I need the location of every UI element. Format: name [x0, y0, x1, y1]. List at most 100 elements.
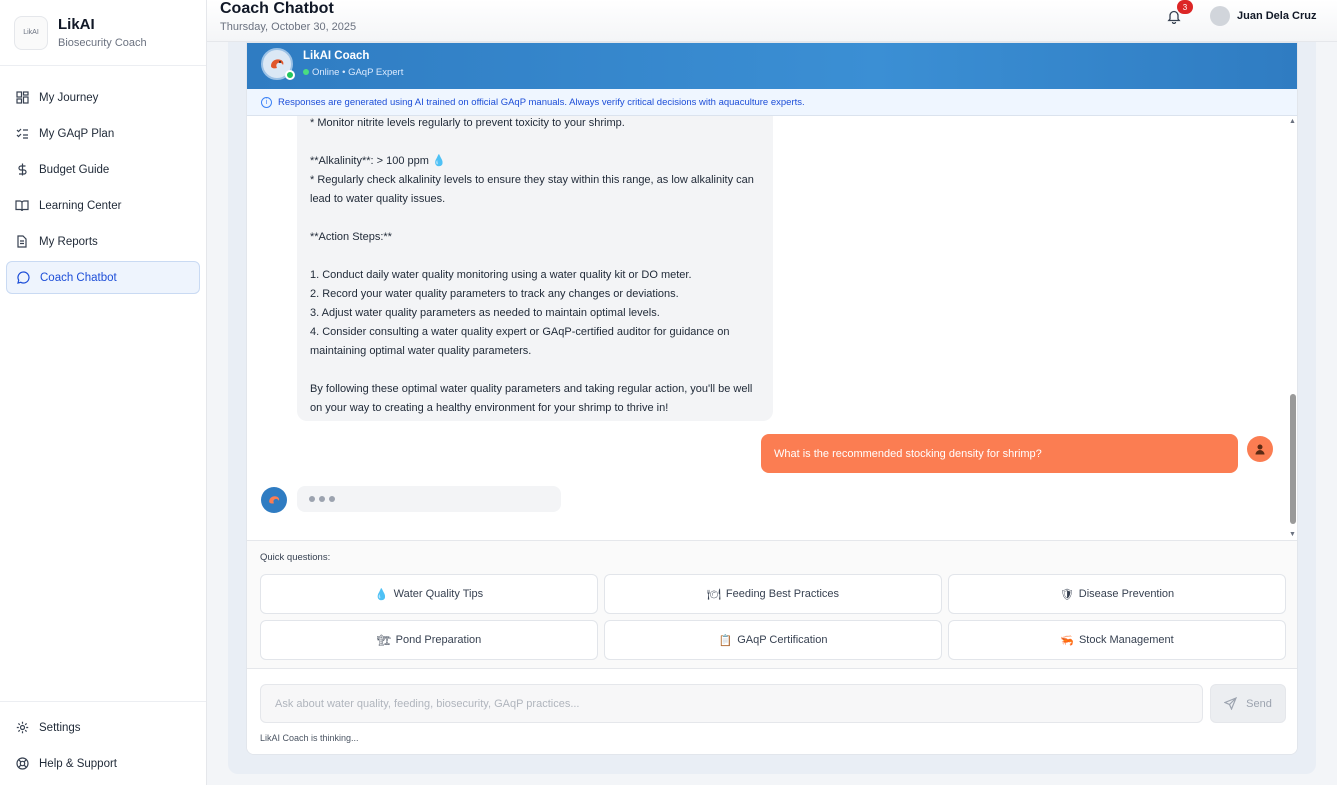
- sidebar: LikAI LikAI Biosecurity Coach My Journey…: [0, 0, 207, 785]
- message-scrollbar[interactable]: ▲ ▼: [1287, 116, 1297, 540]
- sidebar-item-label: My Reports: [39, 235, 98, 248]
- coach-status-text: Online • GAqP Expert: [312, 67, 404, 78]
- lifebuoy-icon: [15, 757, 29, 771]
- quick-button-label: Pond Preparation: [395, 634, 482, 646]
- coach-status: Online • GAqP Expert: [303, 67, 403, 78]
- sidebar-item-learning-center[interactable]: Learning Center: [6, 189, 200, 222]
- sidebar-item-my-reports[interactable]: My Reports: [6, 225, 200, 258]
- bot-message-line: [310, 209, 760, 228]
- bot-message-line: 4. Consider consulting a water quality e…: [310, 326, 733, 357]
- bot-message-line: **Action Steps:**: [310, 231, 392, 243]
- typing-dot: [309, 496, 315, 502]
- typing-dot: [329, 496, 335, 502]
- document-icon: [15, 235, 29, 249]
- send-icon: [1224, 697, 1238, 710]
- bot-message-line: 2. Record your water quality parameters …: [310, 288, 679, 300]
- bot-message-line: By following these optimal water quality…: [310, 383, 756, 414]
- sidebar-item-help-support[interactable]: Help & Support: [6, 747, 200, 780]
- bot-message-line: 1. Conduct daily water quality monitorin…: [310, 269, 692, 281]
- bot-message-line: [310, 247, 760, 266]
- quick-questions: Quick questions: 💧 Water Quality Tips 🍽 Fe…: [247, 540, 1297, 668]
- book-icon: [15, 199, 29, 213]
- scroll-up-arrow-icon[interactable]: ▲: [1289, 118, 1296, 125]
- scroll-thumb[interactable]: [1290, 394, 1296, 524]
- shrimp-icon: 🦐: [1060, 634, 1074, 647]
- thinking-status: LikAI Coach is thinking...: [260, 733, 359, 743]
- water-drop-icon: 💧: [374, 588, 389, 601]
- chat-icon: [16, 271, 30, 285]
- sidebar-item-label: My GAqP Plan: [39, 127, 115, 140]
- bot-message-line: 3. Adjust water quality parameters as ne…: [310, 307, 660, 319]
- feeding-icon: 🍽: [706, 588, 721, 601]
- quick-feeding-button[interactable]: 🍽 Feeding Best Practices: [604, 574, 942, 614]
- send-button[interactable]: Send: [1210, 684, 1286, 723]
- avatar[interactable]: [1210, 6, 1230, 26]
- message-list: * Monitor nitrite levels regularly to pr…: [247, 116, 1287, 540]
- page-date: Thursday, October 30, 2025: [220, 21, 357, 33]
- gear-icon: [15, 721, 29, 735]
- coach-name: LikAI Coach: [303, 50, 370, 62]
- chat-container: LikAI Coach Online • GAqP Expert i Respo…: [228, 42, 1316, 774]
- shrimp-icon: [271, 59, 284, 69]
- sidebar-item-settings[interactable]: Settings: [6, 711, 200, 744]
- bot-message-line: [310, 133, 760, 152]
- chat-input[interactable]: [260, 684, 1203, 723]
- shield-icon: 🛡: [1059, 588, 1074, 601]
- user-avatar-icon: [1247, 436, 1273, 462]
- chat-input-area: Send LikAI Coach is thinking...: [247, 668, 1297, 754]
- sidebar-item-my-journey[interactable]: My Journey: [6, 81, 200, 114]
- checklist-icon: [15, 127, 29, 141]
- disclaimer-text: Responses are generated using AI trained…: [278, 96, 805, 108]
- shrimp-icon: [269, 496, 280, 504]
- dollar-icon: [15, 163, 29, 177]
- brand-subtitle: Biosecurity Coach: [58, 37, 147, 49]
- sidebar-item-coach-chatbot[interactable]: Coach Chatbot: [6, 261, 200, 294]
- brand-logo: LikAI: [14, 15, 48, 50]
- quick-stock-management-button[interactable]: 🦐 Stock Management: [948, 620, 1286, 660]
- sidebar-item-label: Budget Guide: [39, 163, 110, 176]
- top-header: Coach Chatbot Thursday, October 30, 2025…: [207, 0, 1337, 42]
- quick-button-label: GAqP Certification: [737, 634, 828, 646]
- quick-questions-label: Quick questions:: [260, 552, 331, 563]
- typing-dot: [319, 496, 325, 502]
- info-icon: i: [261, 96, 272, 108]
- scroll-down-arrow-icon[interactable]: ▼: [1289, 531, 1296, 538]
- bot-message-line: **Alkalinity**: > 100 ppm 💧: [310, 155, 446, 167]
- status-dot: [303, 69, 309, 75]
- coach-typing-avatar: [261, 487, 287, 513]
- quick-pond-preparation-button[interactable]: 🏗 Pond Preparation: [260, 620, 598, 660]
- sidebar-item-my-gaqp-plan[interactable]: My GAqP Plan: [6, 117, 200, 150]
- ai-disclaimer: i Responses are generated using AI train…: [247, 89, 1297, 116]
- quick-button-label: Stock Management: [1078, 634, 1174, 646]
- user-message: What is the recommended stocking density…: [761, 434, 1238, 473]
- brand: LikAI LikAI Biosecurity Coach: [0, 0, 206, 66]
- chat-header: LikAI Coach Online • GAqP Expert: [247, 43, 1297, 89]
- typing-indicator: [297, 486, 561, 512]
- sidebar-item-label: My Journey: [39, 91, 99, 104]
- bot-message: * Monitor nitrite levels regularly to pr…: [297, 116, 773, 421]
- clipboard-icon: 📋: [718, 634, 733, 647]
- quick-button-label: Feeding Best Practices: [725, 588, 840, 600]
- quick-disease-prevention-button[interactable]: 🛡 Disease Prevention: [948, 574, 1286, 614]
- quick-water-quality-button[interactable]: 💧 Water Quality Tips: [260, 574, 598, 614]
- sidebar-item-label: Settings: [39, 721, 81, 734]
- sidebar-item-label: Help & Support: [39, 757, 117, 770]
- grid-icon: [15, 91, 29, 105]
- sidebar-bottom: Settings Help & Support: [0, 701, 206, 785]
- chat-card: LikAI Coach Online • GAqP Expert i Respo…: [246, 42, 1298, 755]
- sidebar-item-label: Learning Center: [39, 199, 122, 212]
- sidebar-nav: My Journey My GAqP Plan Budget Guide Lea…: [0, 66, 206, 294]
- send-button-label: Send: [1246, 697, 1272, 710]
- user-name[interactable]: Juan Dela Cruz: [1237, 10, 1316, 22]
- construction-icon: 🏗: [376, 634, 391, 647]
- bot-message-line: * Monitor nitrite levels regularly to pr…: [310, 117, 625, 129]
- bot-message-line: [310, 361, 760, 380]
- notification-badge: 3: [1177, 0, 1193, 14]
- quick-button-label: Disease Prevention: [1078, 588, 1175, 600]
- brand-name: LikAI: [58, 16, 95, 33]
- page-title: Coach Chatbot: [220, 0, 334, 17]
- quick-gaqp-certification-button[interactable]: 📋 GAqP Certification: [604, 620, 942, 660]
- sidebar-item-label: Coach Chatbot: [40, 271, 117, 284]
- sidebar-item-budget-guide[interactable]: Budget Guide: [6, 153, 200, 186]
- online-indicator: [285, 70, 295, 80]
